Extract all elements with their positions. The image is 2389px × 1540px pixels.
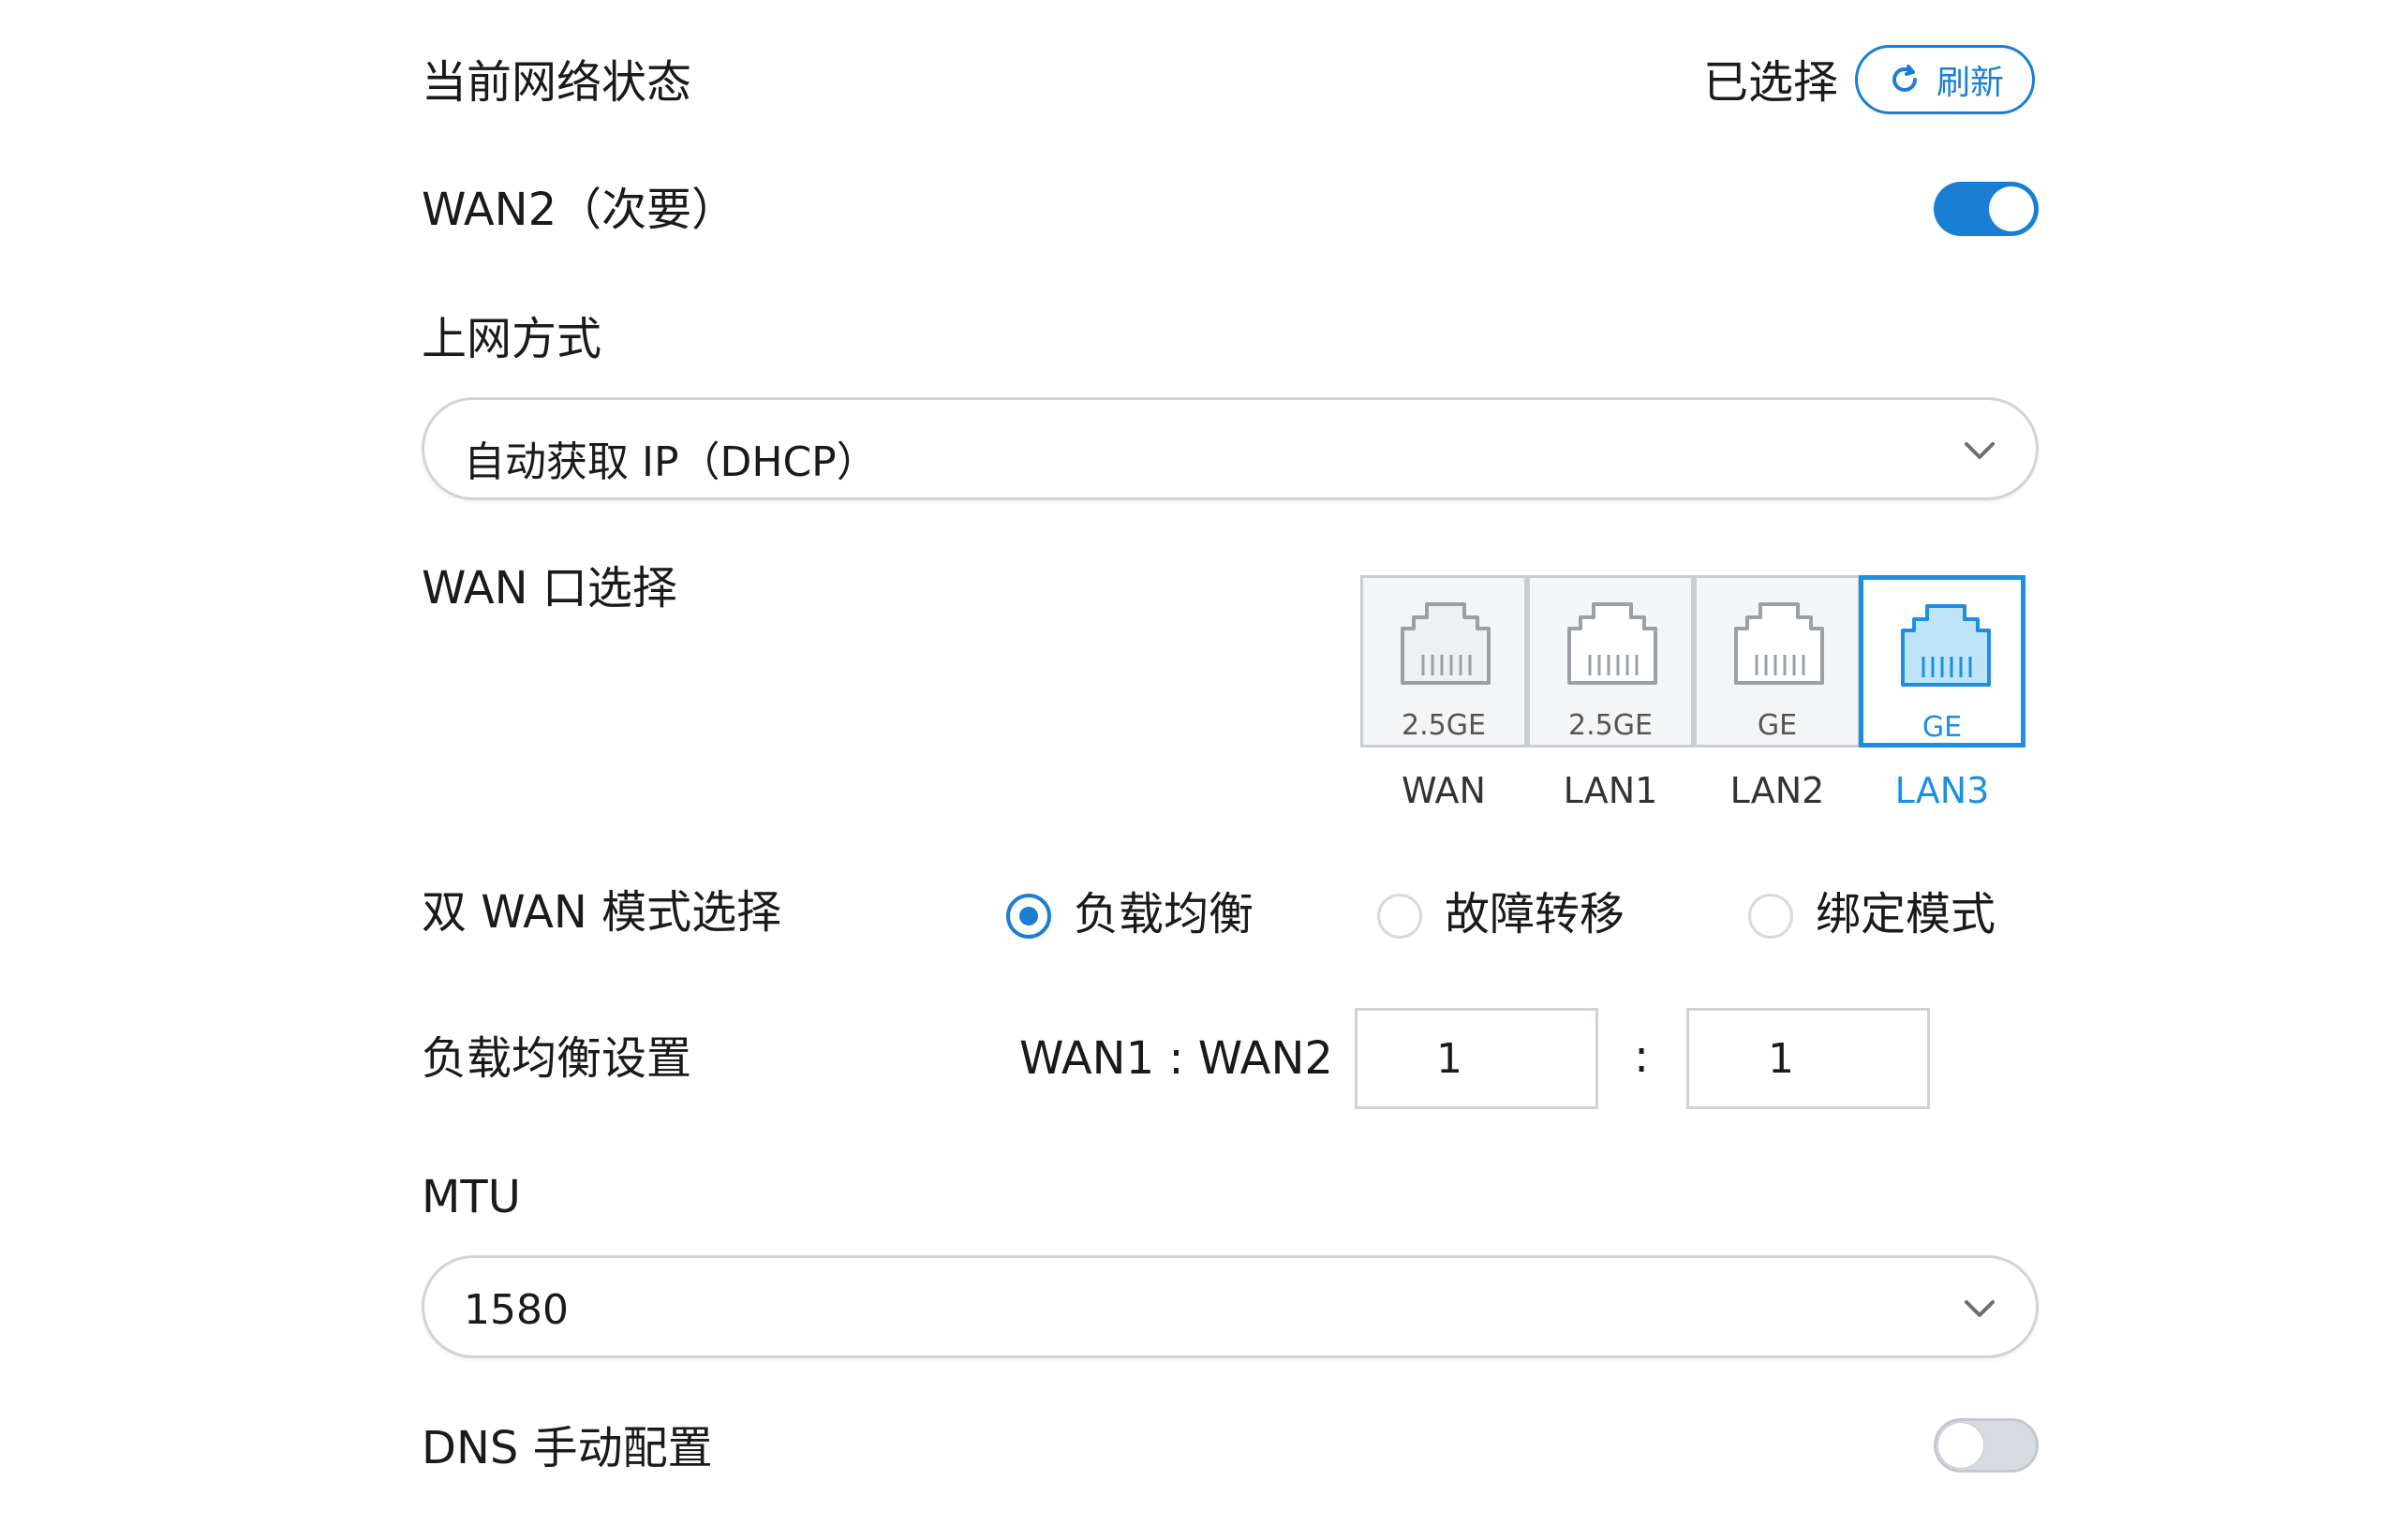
port-speed: GE [1757, 709, 1798, 742]
port-name-lan1: LAN1 [1563, 770, 1658, 811]
mtu-select[interactable]: 1580 [422, 1255, 2039, 1358]
wan2-weight-value: 1 [1768, 1034, 1794, 1083]
dual-wan-label: 双 WAN 模式选择 [422, 886, 782, 939]
network-status-title: 当前网络状态 [422, 56, 692, 109]
toggle-knob [1938, 1423, 1983, 1468]
port-speed: 2.5GE [1402, 709, 1486, 742]
wan2-toggle[interactable] [1934, 182, 2039, 236]
port-option-lan2[interactable]: GE [1694, 575, 1861, 748]
radio-load-balance-label[interactable]: 负载均衡 [1074, 892, 1254, 937]
dns-manual-toggle[interactable] [1934, 1418, 2039, 1473]
radio-load-balance[interactable] [1006, 894, 1051, 939]
ethernet-port-icon [1567, 602, 1657, 685]
port-speed: GE [1922, 711, 1963, 744]
refresh-button[interactable]: 刷新 [1855, 45, 2035, 114]
radio-bonding[interactable] [1748, 894, 1793, 939]
port-option-wan[interactable]: 2.5GE [1360, 575, 1527, 748]
chevron-down-icon [1965, 442, 1995, 459]
port-option-lan1[interactable]: 2.5GE [1527, 575, 1694, 748]
radio-failover[interactable] [1377, 894, 1422, 939]
refresh-icon [1892, 65, 1917, 92]
wan2-label: WAN2（次要） [422, 184, 737, 236]
access-mode-label: 上网方式 [422, 313, 602, 365]
refresh-button-label: 刷新 [1936, 64, 2004, 102]
load-balance-label: 负载均衡设置 [422, 1032, 692, 1085]
mtu-value: 1580 [464, 1286, 569, 1334]
access-mode-select[interactable]: 自动获取 IP（DHCP） [422, 397, 2039, 500]
radio-failover-label[interactable]: 故障转移 [1445, 892, 1625, 937]
radio-bonding-label[interactable]: 绑定模式 [1816, 892, 1996, 937]
access-mode-value: 自动获取 IP（DHCP） [464, 438, 878, 486]
ratio-label: WAN1 : WAN2 [1019, 1032, 1333, 1085]
port-name-lan3: LAN3 [1894, 770, 1990, 811]
ethernet-port-icon [1734, 602, 1824, 685]
ratio-separator: : [1634, 1030, 1650, 1083]
port-name-wan: WAN [1402, 770, 1486, 811]
toggle-knob [1989, 186, 2034, 231]
network-status-value: 已选择 [1703, 56, 1839, 109]
ethernet-port-icon [1401, 602, 1491, 685]
mtu-label: MTU [422, 1171, 521, 1223]
wan1-weight-value: 1 [1436, 1034, 1462, 1083]
wan1-weight-input[interactable]: 1 [1355, 1008, 1598, 1109]
ethernet-port-icon [1901, 604, 1991, 687]
wan-port-label: WAN 口选择 [422, 562, 677, 615]
port-speed: 2.5GE [1568, 709, 1653, 742]
port-name-lan2: LAN2 [1729, 770, 1825, 811]
port-option-lan3[interactable]: GE [1859, 575, 2025, 748]
dns-manual-label: DNS 手动配置 [422, 1422, 713, 1474]
chevron-down-icon [1965, 1300, 1995, 1317]
wan2-weight-input[interactable]: 1 [1686, 1008, 1930, 1109]
